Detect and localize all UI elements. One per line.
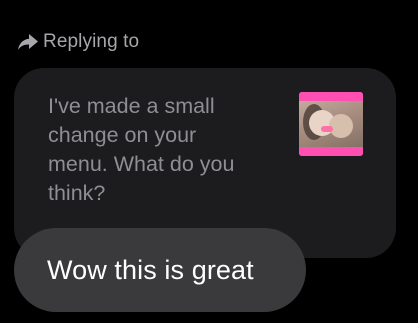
quoted-message-text: I've made a small change on your menu. W… (48, 94, 235, 205)
thumbnail-detail (329, 114, 353, 138)
quoted-message-thumbnail[interactable] (299, 92, 363, 156)
reply-message-text: Wow this is great (47, 254, 254, 285)
thumbnail-frame-bottom (299, 147, 363, 156)
reply-message-bubble[interactable]: Wow this is great (14, 228, 306, 312)
replying-to-header: Replying to (16, 28, 139, 56)
reply-arrow-icon (16, 30, 40, 54)
thumbnail-detail (321, 126, 333, 132)
replying-to-label: Replying to (43, 31, 140, 52)
thumbnail-frame-top (299, 92, 363, 101)
